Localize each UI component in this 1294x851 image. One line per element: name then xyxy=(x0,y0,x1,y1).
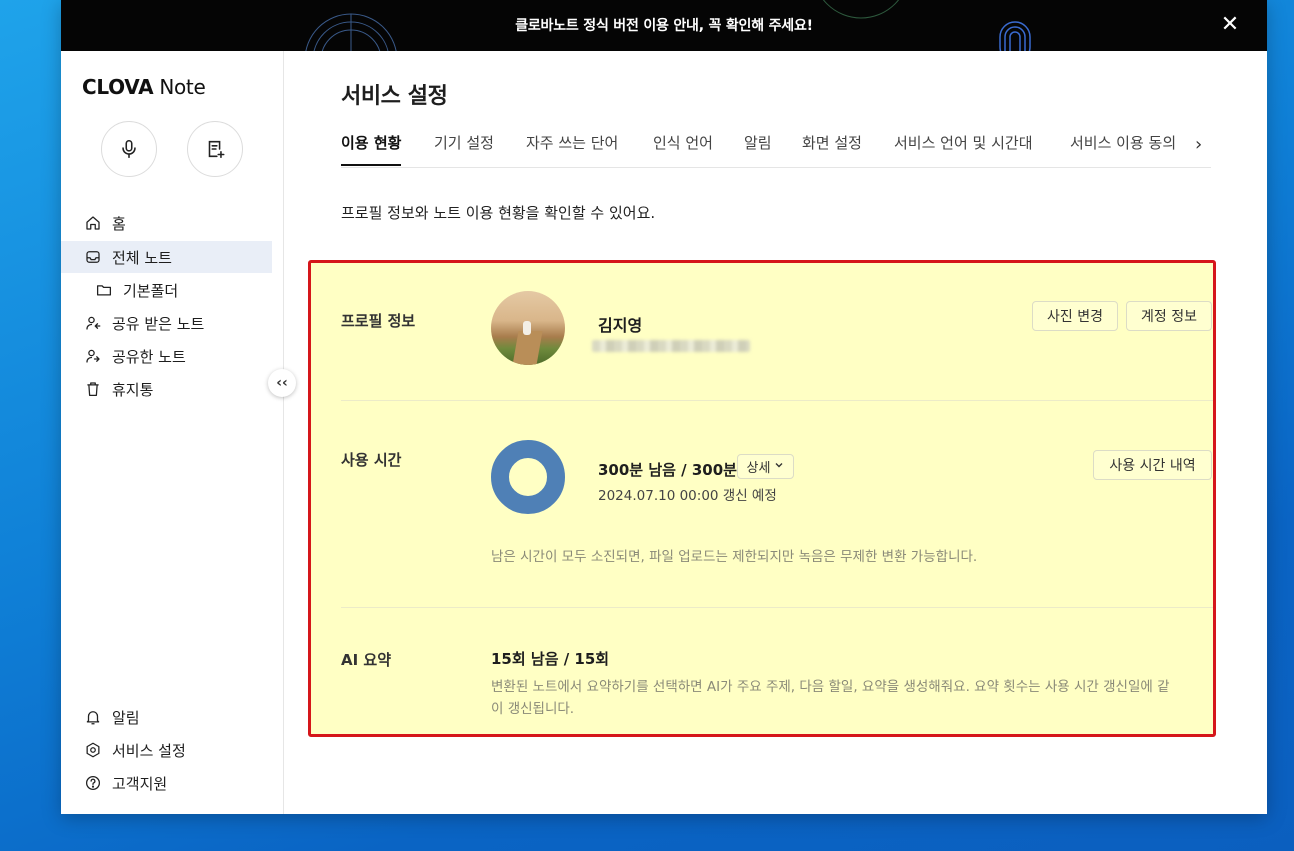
usage-detail-dropdown[interactable]: 상세 xyxy=(737,454,794,479)
record-button[interactable] xyxy=(101,121,157,177)
tab-frequent-words[interactable]: 자주 쓰는 단어 xyxy=(526,132,618,164)
usage-history-button[interactable]: 사용 시간 내역 xyxy=(1093,450,1212,480)
sidebar-item-service-settings[interactable]: 서비스 설정 xyxy=(61,734,272,766)
section-divider xyxy=(341,400,1213,401)
folder-icon xyxy=(94,280,114,300)
tab-device-settings[interactable]: 기기 설정 xyxy=(434,132,494,164)
logo[interactable]: CLOVA Note xyxy=(82,75,206,99)
ai-description: 변환된 노트에서 요약하기를 선택하면 AI가 주요 주제, 다음 할일, 요약… xyxy=(491,679,1170,717)
tab-recognition-language[interactable]: 인식 언어 xyxy=(653,132,713,164)
gear-icon xyxy=(83,740,103,760)
sidebar-item-label: 공유한 노트 xyxy=(112,347,186,366)
sidebar-item-all-notes[interactable]: 전체 노트 xyxy=(61,241,272,273)
profile-email-redacted xyxy=(592,340,750,352)
settings-tabs: 이용 현황 기기 설정 자주 쓰는 단어 인식 언어 알림 화면 설정 서비스 … xyxy=(341,129,1211,168)
sidebar-item-shared-received[interactable]: 공유 받은 노트 xyxy=(61,307,272,339)
sidebar-item-label: 기본폴더 xyxy=(123,281,179,300)
usage-donut xyxy=(491,440,565,514)
detail-label: 상세 xyxy=(746,461,771,476)
sidebar-item-label: 전체 노트 xyxy=(112,248,172,267)
sidebar-item-default-folder[interactable]: 기본폴더 xyxy=(61,274,272,306)
usage-renew-date: 2024.07.10 00:00 갱신 예정 xyxy=(598,488,777,504)
avatar xyxy=(491,291,565,365)
page-title: 서비스 설정 xyxy=(341,84,448,109)
sidebar-item-label: 휴지통 xyxy=(112,380,154,399)
page-description: 프로필 정보와 노트 이용 현황을 확인할 수 있어요. xyxy=(341,204,656,222)
notice-banner[interactable]: 클로바노트 정식 버전 이용 안내, 꼭 확인해 주세요! ✕ xyxy=(61,0,1267,51)
sidebar-item-home[interactable]: 홈 xyxy=(61,207,272,239)
usage-note: 남은 시간이 모두 소진되면, 파일 업로드는 제한되지만 녹음은 무제한 변환… xyxy=(491,549,978,565)
microphone-icon xyxy=(122,139,136,159)
tab-display-settings[interactable]: 화면 설정 xyxy=(802,132,862,164)
chevron-double-left-icon: ‹‹ xyxy=(276,375,288,391)
help-icon xyxy=(83,773,103,793)
sidebar-item-label: 알림 xyxy=(112,708,140,727)
sidebar-item-label: 홈 xyxy=(112,214,126,233)
usage-panel: 프로필 정보 김지영 사진 변경 계정 정보 사용 시간 300분 남음 / 3… xyxy=(308,260,1216,737)
profile-name: 김지영 xyxy=(598,316,643,335)
tab-language-timezone[interactable]: 서비스 언어 및 시간대 xyxy=(894,132,1033,164)
collapse-sidebar-button[interactable]: ‹‹ xyxy=(268,369,296,397)
sidebar-item-shared[interactable]: 공유한 노트 xyxy=(61,340,272,372)
tab-usage[interactable]: 이용 현황 xyxy=(341,132,402,166)
ai-remaining: 15회 남음 / 15회 xyxy=(491,650,610,668)
sidebar-item-label: 고객지원 xyxy=(112,774,168,793)
sidebar-item-trash[interactable]: 휴지통 xyxy=(61,373,272,405)
change-photo-button[interactable]: 사진 변경 xyxy=(1032,301,1118,331)
bell-icon xyxy=(83,707,103,727)
ai-section-label: AI 요약 xyxy=(341,651,392,669)
trash-icon xyxy=(83,379,103,399)
add-note-icon xyxy=(208,140,225,159)
sidebar-item-label: 서비스 설정 xyxy=(112,741,186,760)
chevron-down-icon xyxy=(774,459,784,474)
section-divider xyxy=(341,607,1213,608)
shared-received-icon xyxy=(83,313,103,333)
app-window: 클로바노트 정식 버전 이용 안내, 꼭 확인해 주세요! ✕ CLOVA No… xyxy=(61,0,1267,814)
close-icon[interactable]: ✕ xyxy=(1217,12,1243,38)
inbox-icon xyxy=(83,247,103,267)
banner-text[interactable]: 클로바노트 정식 버전 이용 안내, 꼭 확인해 주세요! xyxy=(61,15,1267,35)
profile-section-label: 프로필 정보 xyxy=(341,312,416,330)
new-note-button[interactable] xyxy=(187,121,243,177)
sidebar-item-notifications[interactable]: 알림 xyxy=(61,701,272,733)
shared-icon xyxy=(83,346,103,366)
main-content: 서비스 설정 이용 현황 기기 설정 자주 쓰는 단어 인식 언어 알림 화면 … xyxy=(284,51,1267,814)
usage-section-label: 사용 시간 xyxy=(341,451,402,469)
usage-remaining: 300분 남음 / 300분 xyxy=(598,461,737,479)
sidebar: CLOVA Note 홈 전체 노트 기본폴더 공유 받은 노트 공유한 노트 … xyxy=(61,51,284,814)
chevron-right-icon[interactable]: › xyxy=(1195,134,1202,155)
tab-notifications[interactable]: 알림 xyxy=(744,132,772,164)
sidebar-item-label: 공유 받은 노트 xyxy=(112,314,205,333)
sidebar-item-support[interactable]: 고객지원 xyxy=(61,767,272,799)
home-icon xyxy=(83,213,103,233)
tab-terms-consent[interactable]: 서비스 이용 동의 xyxy=(1070,132,1176,164)
account-info-button[interactable]: 계정 정보 xyxy=(1126,301,1212,331)
